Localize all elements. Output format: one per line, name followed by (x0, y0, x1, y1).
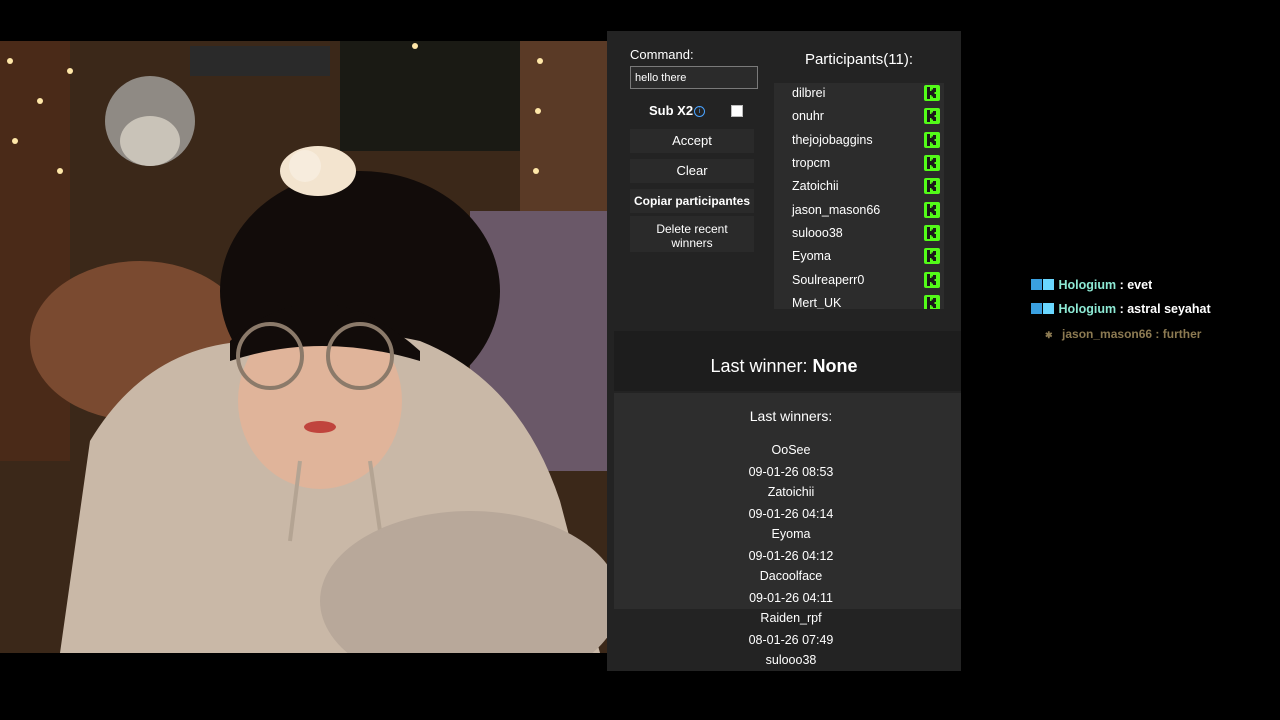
participant-name: tropcm (792, 156, 831, 170)
raffle-panel: Command: Sub X2 i Accept Clear Copiar pa… (607, 31, 961, 671)
last-winner-value: None (812, 356, 858, 376)
participant-row: tropcm (774, 153, 944, 176)
accept-button[interactable]: Accept (630, 129, 754, 153)
winner-name: Raiden_rpf (760, 611, 822, 625)
clear-button[interactable]: Clear (630, 159, 754, 183)
kick-icon (924, 132, 940, 148)
sub-multiplier-row: Sub X2 i (630, 101, 754, 121)
kick-icon (924, 178, 940, 194)
participant-name: sulooo38 (792, 226, 843, 240)
participant-row: onuhr (774, 106, 944, 129)
last-winners-title: Last winners: (749, 408, 833, 424)
chat-message: ✱ jason_mason66 : further (1045, 327, 1202, 341)
participant-name: Mert_UK (792, 296, 842, 309)
command-input[interactable] (630, 66, 758, 89)
kick-icon (924, 272, 940, 288)
participant-row: dilbrei (774, 83, 944, 106)
winner-date: 09-01-26 04:12 (748, 549, 834, 563)
winner-date: 09-01-26 08:53 (748, 465, 834, 479)
badge-icon (1031, 303, 1042, 314)
kick-icon (924, 85, 940, 101)
chat-username: Hologium (1058, 278, 1117, 292)
participant-name: Eyoma (792, 249, 831, 263)
kick-icon (924, 108, 940, 124)
winner-date: 09-01-26 04:14 (748, 507, 834, 521)
participants-title: Participants(11): (804, 51, 914, 68)
chat-username: Hologium (1058, 302, 1117, 316)
badge-icon (1043, 279, 1054, 290)
participant-row: thejojobaggins (774, 130, 944, 153)
info-icon[interactable]: i (694, 106, 705, 117)
participant-name: onuhr (792, 109, 824, 123)
sub-multiplier-label: Sub X2 (649, 103, 694, 118)
last-winner-label: Last winner: (710, 356, 808, 376)
chat-text: astral seyahat (1127, 302, 1211, 316)
participant-name: dilbrei (792, 86, 826, 100)
kick-icon (924, 202, 940, 218)
chat-text: evet (1127, 278, 1153, 292)
sub-multiplier-checkbox[interactable] (731, 105, 743, 117)
webcam-image (0, 41, 607, 653)
copy-participants-button[interactable]: Copiar participantes (630, 189, 754, 213)
kick-icon (924, 295, 940, 309)
badge-icon (1043, 303, 1054, 314)
kick-icon (924, 155, 940, 171)
participant-row: Zatoichii (774, 176, 944, 199)
delete-button-line1: Delete recent (656, 221, 728, 236)
chat-username: jason_mason66 (1062, 327, 1153, 341)
webcam-feed (0, 41, 607, 653)
delete-recent-winners-button[interactable]: Delete recent winners (630, 216, 754, 252)
participant-row: Mert_UK (774, 293, 944, 309)
participant-name: jason_mason66 (792, 203, 881, 217)
participant-row: Soulreaperr0 (774, 270, 944, 293)
badge-icon (1031, 279, 1042, 290)
winner-name: sulooo38 (765, 653, 817, 667)
kick-icon (924, 248, 940, 264)
chat-message: Hologium : astral seyahat (1031, 302, 1211, 316)
winner-date: 09-01-26 04:11 (749, 591, 833, 605)
participant-row: jason_mason66 (774, 200, 944, 223)
winner-name: Eyoma (771, 527, 811, 541)
participant-row: Eyoma (774, 246, 944, 269)
command-label: Command: (630, 47, 694, 62)
winner-date: 08-01-26 07:49 (748, 633, 834, 647)
participant-name: Soulreaperr0 (792, 273, 865, 287)
participant-name: Zatoichii (792, 179, 839, 193)
participant-row: sulooo38 (774, 223, 944, 246)
chat-text: further (1162, 327, 1202, 341)
winner-name: OoSee (771, 443, 811, 457)
kick-icon (924, 225, 940, 241)
participants-list[interactable]: dilbrei onuhr thejojobaggins tropcm Zato… (774, 83, 944, 309)
chat-message: Hologium : evet (1031, 278, 1152, 292)
winner-name: Zatoichii (767, 485, 815, 499)
winner-name: Dacoolface (759, 569, 823, 583)
last-winner: Last winner: None (607, 356, 961, 377)
badge-icon: ✱ (1045, 330, 1053, 340)
delete-button-line2: winners (671, 235, 713, 250)
participant-name: thejojobaggins (792, 133, 873, 147)
